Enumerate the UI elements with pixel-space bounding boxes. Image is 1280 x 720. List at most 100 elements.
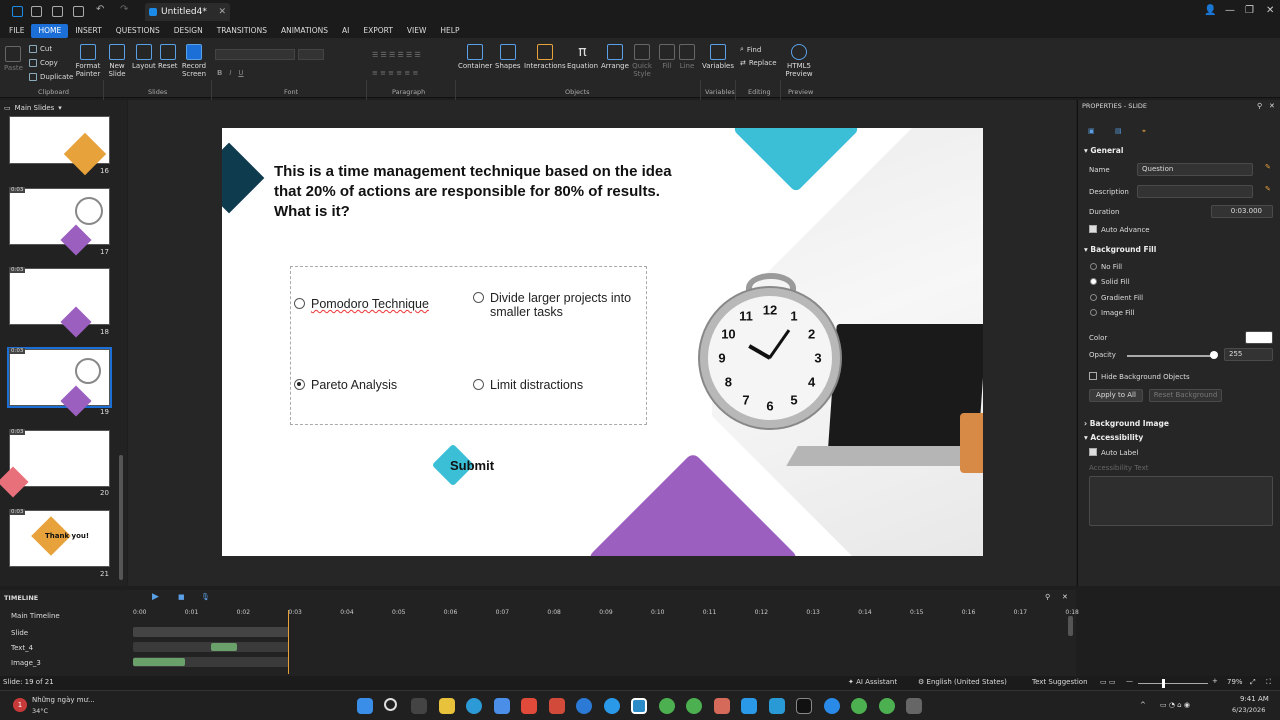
zoom-in-icon[interactable]: + — [1212, 677, 1218, 685]
new-file-icon[interactable] — [31, 6, 42, 17]
line-button[interactable]: Line — [679, 44, 695, 70]
record-screen-button[interactable]: Record Screen — [180, 44, 208, 78]
color-picker[interactable] — [1245, 331, 1273, 344]
capcut-icon[interactable] — [796, 698, 812, 714]
radio-button[interactable] — [294, 298, 305, 309]
document-tab[interactable]: Untitled4* ✕ — [145, 3, 230, 21]
chrome-profile-icon[interactable] — [686, 698, 702, 714]
find-button[interactable]: ⌕ Find — [740, 45, 761, 54]
account-icon[interactable]: 👤 — [1204, 5, 1216, 16]
slide-thumb-16[interactable] — [9, 116, 110, 176]
chrome-3-icon[interactable] — [879, 698, 895, 714]
menu-ai[interactable]: AI — [335, 24, 356, 38]
save-icon[interactable] — [73, 6, 84, 17]
slide[interactable]: 12 1 2 3 4 5 6 7 8 9 10 11 This is a time managemen… — [222, 128, 983, 556]
timeline-row-image3[interactable]: Image_3 — [11, 659, 41, 667]
background-image-section[interactable]: › Background Image — [1084, 419, 1169, 428]
close-tab-icon[interactable]: ✕ — [218, 7, 226, 17]
zoom-slider-handle[interactable] — [1162, 679, 1165, 688]
paragraph-controls[interactable]: ☰ ☰ ☰ ☰ ☰ ☰ — [372, 51, 421, 59]
opacity-input[interactable]: 255 — [1224, 348, 1273, 361]
accessibility-text-input[interactable] — [1089, 476, 1273, 526]
timeline-scrollbar[interactable] — [1068, 616, 1073, 636]
fullscreen-icon[interactable]: ⛶ — [1266, 678, 1271, 687]
edit-description-icon[interactable]: ✎ — [1265, 185, 1271, 193]
text4-track-bar[interactable] — [211, 643, 237, 651]
zoom-slider-track[interactable] — [1138, 683, 1208, 684]
weather-text[interactable]: Những ngày mư... — [32, 696, 95, 704]
menu-questions[interactable]: QUESTIONS — [109, 24, 167, 38]
copy-button[interactable]: Copy — [29, 59, 58, 67]
shapes-button[interactable]: Shapes — [495, 44, 521, 70]
interaction-tab-icon[interactable]: ⌖ — [1142, 127, 1146, 136]
close-panel-icon[interactable]: ✕ — [1269, 102, 1275, 110]
auto-label-checkbox[interactable] — [1089, 448, 1097, 456]
html5-preview-button[interactable]: HTML5 Preview — [782, 44, 816, 78]
timeline-ruler[interactable]: 0:00 0:01 0:02 0:03 0:04 0:05 0:06 0:07 0:08 0:09… — [133, 609, 1079, 619]
start-icon[interactable] — [357, 698, 373, 714]
app-gray-icon[interactable] — [906, 698, 922, 714]
search-icon[interactable] — [384, 698, 397, 711]
properties-tab-icon[interactable]: ▣ — [1088, 127, 1095, 135]
file-explorer-icon[interactable] — [439, 698, 455, 714]
timeline-row-slide[interactable]: Slide — [11, 629, 28, 637]
app-s-icon[interactable] — [741, 698, 757, 714]
paste-button[interactable]: Paste — [4, 46, 23, 72]
alignment-controls[interactable]: ≡ ≡ ≡ ≡ ≡ ≡ — [372, 69, 418, 77]
ai-assistant-button[interactable]: ✦ AI Assistant — [848, 678, 897, 686]
menu-animations[interactable]: ANIMATIONS — [274, 24, 335, 38]
slide-end-marker[interactable] — [288, 610, 289, 674]
font-family-select[interactable] — [215, 49, 295, 60]
duplicate-button[interactable]: Duplicate — [29, 73, 73, 81]
chrome-icon[interactable] — [659, 698, 675, 714]
container-button[interactable]: Container — [458, 44, 492, 70]
timeline-pin-icon[interactable]: ⚲ — [1045, 593, 1050, 601]
menu-insert[interactable]: INSERT — [68, 24, 109, 38]
app-blue-icon[interactable] — [576, 698, 592, 714]
duration-input[interactable]: 0:03.000 — [1211, 205, 1273, 218]
quick-style-button[interactable]: Quick Style — [630, 44, 654, 78]
stop-icon[interactable]: ■ — [178, 593, 185, 601]
option-pareto[interactable]: Pareto Analysis — [294, 378, 397, 392]
option-limit-distractions[interactable]: Limit distractions — [473, 378, 583, 392]
timeline-row-text4[interactable]: Text_4 — [11, 644, 33, 652]
option-pomodoro[interactable]: Pomodoro Technique — [294, 297, 429, 311]
chrome-2-icon[interactable] — [851, 698, 867, 714]
accessibility-section[interactable]: ▾ Accessibility — [1084, 433, 1143, 442]
minimize-icon[interactable]: — — [1225, 5, 1235, 16]
solid-fill-radio[interactable] — [1090, 278, 1097, 285]
submit-button[interactable]: Submit — [431, 443, 494, 487]
text-suggestion-button[interactable]: Text Suggestion — [1032, 678, 1088, 686]
fit-window-icon[interactable]: ⤢ — [1250, 678, 1256, 687]
underline-icon[interactable]: U — [238, 69, 243, 77]
zoom-out-icon[interactable]: — — [1126, 677, 1133, 685]
slide-thumb-21[interactable]: Thank you! — [9, 510, 110, 567]
menu-transitions[interactable]: TRANSITIONS — [210, 24, 274, 38]
edit-name-icon[interactable]: ✎ — [1265, 163, 1271, 171]
opacity-slider-handle[interactable] — [1210, 351, 1218, 359]
radio-button[interactable] — [473, 379, 484, 390]
main-timeline-label[interactable]: Main Timeline — [11, 612, 60, 620]
language-indicator[interactable]: ⚙ English (United States) — [918, 678, 1007, 686]
italic-icon[interactable]: I — [229, 69, 231, 77]
app-orange-icon[interactable] — [714, 698, 730, 714]
tray-icons[interactable]: ▭ ◔ ⌂ ◉ — [1160, 701, 1190, 709]
auto-advance-checkbox[interactable] — [1089, 225, 1097, 233]
format-painter-button[interactable]: Format Painter — [74, 44, 102, 78]
timeline-close-icon[interactable]: ✕ — [1062, 593, 1068, 601]
edge-icon[interactable] — [466, 698, 482, 714]
redo-icon[interactable]: ↷ — [120, 4, 131, 15]
interactions-button[interactable]: Interactions — [524, 44, 566, 70]
app-c-icon[interactable] — [521, 698, 537, 714]
radio-button-selected[interactable] — [294, 379, 305, 390]
menu-help[interactable]: HELP — [433, 24, 466, 38]
cut-button[interactable]: Cut — [29, 45, 52, 53]
arrange-button[interactable]: Arrange — [601, 44, 629, 70]
layout-button[interactable]: Layout — [132, 44, 156, 70]
image-fill-radio[interactable] — [1090, 309, 1097, 316]
mail-icon[interactable] — [494, 698, 510, 714]
slide-track-bar[interactable] — [133, 627, 289, 637]
task-view-icon[interactable] — [411, 698, 427, 714]
system-tray-chevron-icon[interactable]: ^ — [1140, 701, 1146, 709]
font-size-select[interactable] — [298, 49, 324, 60]
